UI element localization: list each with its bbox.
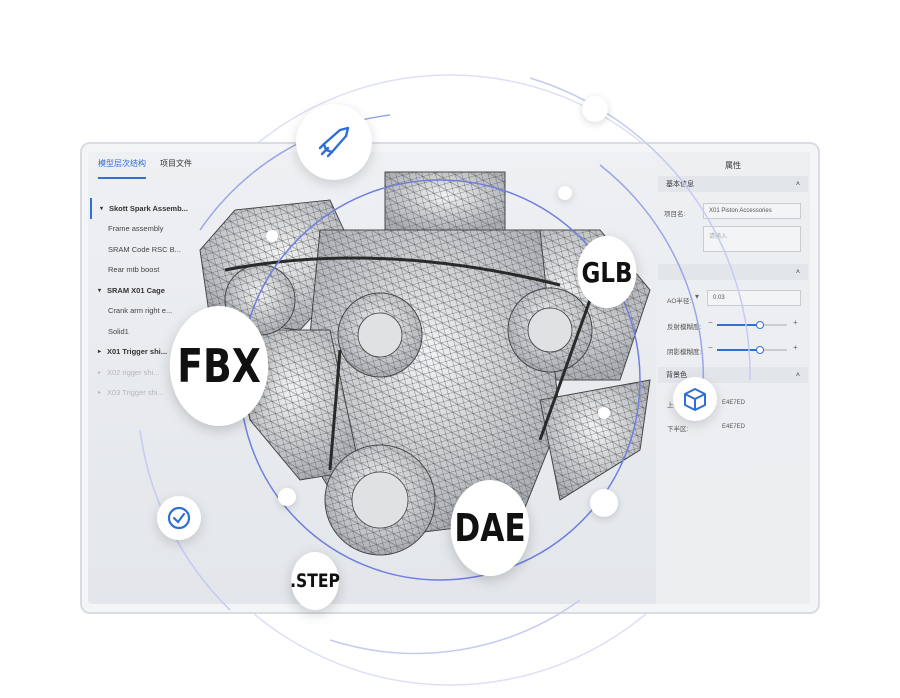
fbx-badge: FBX xyxy=(169,306,269,426)
clock-icon xyxy=(167,506,191,530)
decor-dot xyxy=(278,488,296,506)
rocket-icon xyxy=(318,126,350,158)
step-badge: .STEP xyxy=(290,552,340,610)
glb-badge: GLB xyxy=(577,236,637,308)
cube-badge xyxy=(673,377,717,421)
dae-badge: DAE xyxy=(450,480,530,576)
decor-dot xyxy=(266,230,278,242)
decor-dot xyxy=(598,407,610,419)
decor-dot xyxy=(590,489,618,517)
engine-3d-model[interactable] xyxy=(0,0,900,698)
clock-badge xyxy=(157,496,201,540)
cube-icon xyxy=(684,388,706,411)
decor-dot xyxy=(558,186,572,200)
decor-dot xyxy=(582,96,608,122)
rocket-badge xyxy=(296,104,372,180)
